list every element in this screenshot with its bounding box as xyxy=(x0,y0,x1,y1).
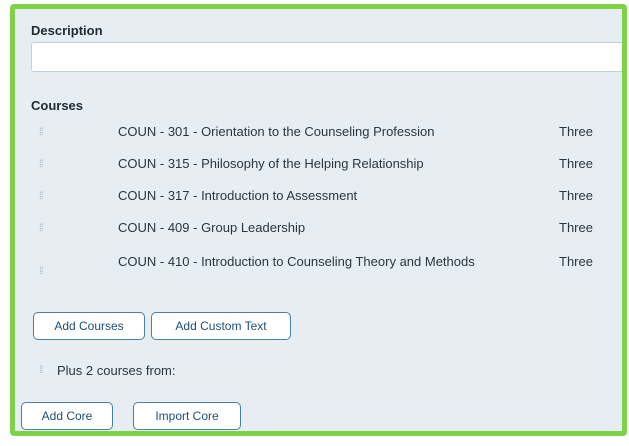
program-core-panel: Description Courses ⁞⁞ COUN - 301 - Orie… xyxy=(10,4,627,436)
course-name: COUN - 315 - Philosophy of the Helping R… xyxy=(118,156,424,171)
drag-handle-icon[interactable]: ⁞⁞ xyxy=(39,192,47,202)
plus-courses-text: Plus 2 courses from: xyxy=(57,363,176,378)
drag-handle-icon[interactable]: ⁞⁞ xyxy=(39,366,47,376)
course-credits: Three xyxy=(559,156,593,171)
drag-handle-icon[interactable]: ⁞⁞ xyxy=(39,267,47,277)
import-core-button[interactable]: Import Core xyxy=(133,402,241,430)
course-name: COUN - 410 - Introduction to Counseling … xyxy=(118,254,475,269)
drag-handle-icon[interactable]: ⁞⁞ xyxy=(39,160,47,170)
course-row[interactable]: ⁞⁞ COUN - 301 - Orientation to the Couns… xyxy=(31,122,622,148)
course-name: COUN - 317 - Introduction to Assessment xyxy=(118,188,358,203)
course-row[interactable]: ⁞⁞ COUN - 317 - Introduction to Assessme… xyxy=(31,186,622,212)
course-credits: Three xyxy=(559,220,593,235)
description-label: Description xyxy=(31,23,103,38)
course-row[interactable]: ⁞⁞ COUN - 409 - Group Leadership Three xyxy=(31,218,622,244)
drag-handle-icon[interactable]: ⁞⁞ xyxy=(39,128,47,138)
course-name: COUN - 409 - Group Leadership xyxy=(118,220,306,235)
course-credits: Three xyxy=(559,254,593,269)
add-custom-text-button[interactable]: Add Custom Text xyxy=(151,312,291,340)
course-row[interactable]: ⁞⁞ COUN - 315 - Philosophy of the Helpin… xyxy=(31,154,622,180)
course-row[interactable]: ⁞⁞ COUN - 410 - Introduction to Counseli… xyxy=(31,252,622,296)
courses-label: Courses xyxy=(31,98,84,113)
add-core-button[interactable]: Add Core xyxy=(21,402,113,430)
course-name: COUN - 301 - Orientation to the Counseli… xyxy=(118,124,435,139)
description-input[interactable] xyxy=(31,42,622,72)
course-credits: Three xyxy=(559,124,593,139)
course-credits: Three xyxy=(559,188,593,203)
drag-handle-icon[interactable]: ⁞⁞ xyxy=(39,224,47,234)
add-courses-button[interactable]: Add Courses xyxy=(33,312,145,340)
